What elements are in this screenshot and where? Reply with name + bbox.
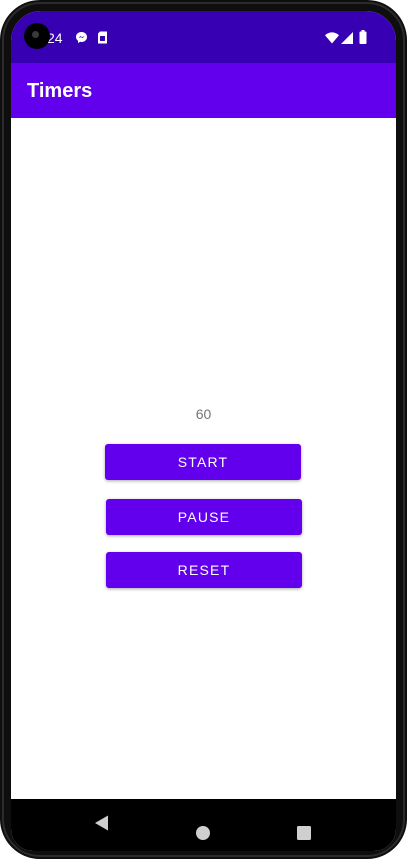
status-bar: 24 xyxy=(11,11,396,63)
app-bar: Timers xyxy=(11,63,396,118)
phone-frame: 24 Timers 60 START PAUSE RESET xyxy=(0,0,407,859)
wifi-icon xyxy=(325,31,339,49)
reset-button[interactable]: RESET xyxy=(106,552,302,588)
start-button[interactable]: START xyxy=(105,444,301,480)
pause-button[interactable]: PAUSE xyxy=(106,499,302,535)
back-icon[interactable] xyxy=(93,813,111,838)
front-camera xyxy=(24,23,50,49)
messenger-icon xyxy=(75,31,88,49)
navigation-bar xyxy=(11,799,396,851)
cell-signal-icon xyxy=(341,31,353,49)
home-icon[interactable] xyxy=(195,825,211,846)
device-screen: 24 Timers 60 START PAUSE RESET xyxy=(11,11,396,851)
recents-icon[interactable] xyxy=(296,825,312,846)
main-content: 60 START PAUSE RESET xyxy=(11,118,396,799)
timer-display: 60 xyxy=(195,406,212,422)
battery-icon xyxy=(359,30,367,49)
sim-card-icon xyxy=(97,31,108,49)
app-title: Timers xyxy=(27,80,93,102)
